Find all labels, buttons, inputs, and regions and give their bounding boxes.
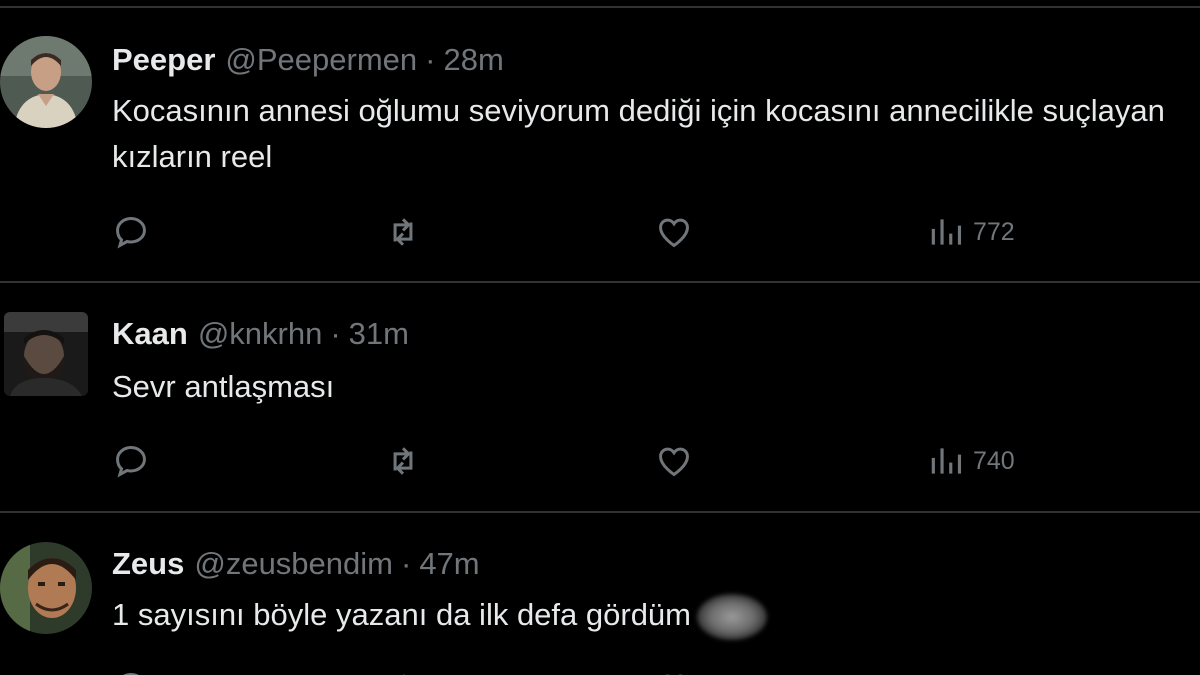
timestamp[interactable]: 28m [443,42,503,78]
timestamp[interactable]: 47m [419,546,479,582]
retweet-button[interactable] [384,212,422,252]
tweet-header: Zeus @zeusbendim · 47m [112,544,480,584]
retweet-icon [393,447,413,475]
avatar[interactable] [0,36,92,128]
reply-icon [116,446,146,478]
blurred-emoji-icon [697,593,767,640]
reply-button[interactable] [112,668,150,675]
like-button[interactable] [655,212,693,252]
man-portrait-avatar [0,36,92,128]
separator-dot: · [330,316,341,351]
author-handle[interactable]: @zeusbendim [194,546,393,582]
views-chart-icon [931,219,962,245]
tweet-header: Peeper @Peepermen · 28m [112,40,504,80]
reply-button[interactable] [112,212,150,252]
retweet-icon [393,218,413,246]
views-count: 740 [973,446,1015,475]
avatar[interactable] [4,312,88,396]
separator-dot: · [400,546,412,581]
top-divider [0,6,1200,8]
author-name[interactable]: Peeper [112,42,215,78]
author-handle[interactable]: @knkrhn [198,316,323,352]
retweet-icon [403,674,405,675]
tweet-text: Kocasının annesi oğlumu seviyorum dediği… [112,93,1165,174]
views-count: 772 [973,217,1015,246]
author-handle[interactable]: @Peepermen [225,42,417,78]
reply-icon [116,217,146,249]
bearded-man-avatar [4,312,88,396]
views-chart-icon [931,448,962,474]
timestamp[interactable]: 31m [349,316,409,352]
tweet-text-container: 1 sayısını böyle yazanı da ilk defa görd… [112,592,1192,640]
tweet-divider [0,281,1200,283]
author-name[interactable]: Kaan [112,316,188,352]
smiling-man-avatar [0,542,92,634]
tweet-divider [0,511,1200,513]
reply-icon [123,673,139,675]
action-bar [112,668,1192,675]
like-button[interactable] [655,441,693,481]
retweet-button[interactable] [384,441,422,481]
tweet-header: Kaan @knkrhn · 31m [112,314,409,354]
views-button[interactable]: 772 [927,212,1015,252]
author-name[interactable]: Zeus [112,546,184,582]
heart-icon [659,218,689,248]
reply-button[interactable] [112,441,150,481]
tweet-text: Sevr antlaşması [112,369,335,404]
separator-dot: · [425,42,436,77]
views-button[interactable]: 740 [927,441,1015,481]
action-bar: 740 [112,441,1192,481]
views-button[interactable] [927,668,973,675]
tweet-text: 1 sayısını böyle yazanı da ilk defa görd… [112,597,691,632]
like-button[interactable] [655,668,693,675]
heart-icon [665,674,683,675]
views-chart-icon [927,669,965,675]
heart-icon [659,447,689,477]
avatar[interactable] [0,542,92,634]
action-bar: 772 [112,212,1192,252]
retweet-button[interactable] [384,668,422,675]
